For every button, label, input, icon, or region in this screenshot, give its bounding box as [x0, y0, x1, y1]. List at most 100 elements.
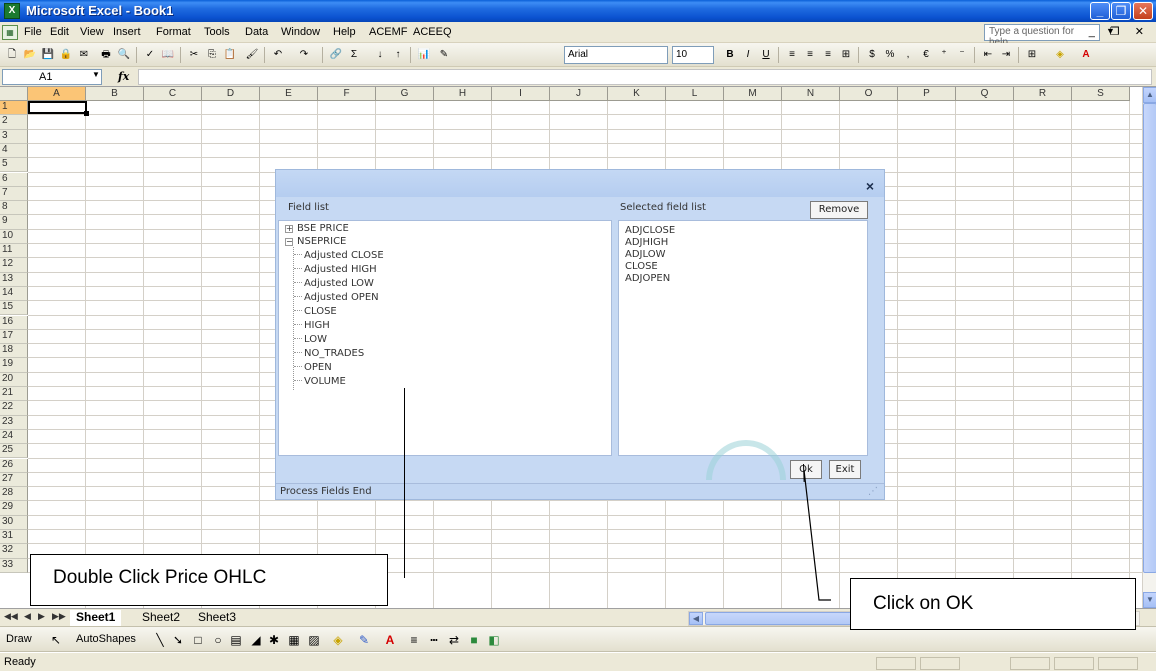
align-center-icon[interactable]: ≡ — [802, 47, 818, 63]
column-header[interactable]: K — [608, 87, 666, 101]
column-header[interactable]: M — [724, 87, 782, 101]
select-all-corner[interactable] — [0, 87, 28, 101]
column-header[interactable]: L — [666, 87, 724, 101]
row-header[interactable]: 21 — [0, 387, 28, 402]
email-icon[interactable]: ✉ — [76, 47, 92, 63]
column-header[interactable]: F — [318, 87, 376, 101]
column-header[interactable]: G — [376, 87, 434, 101]
open-icon[interactable]: 📂 — [22, 47, 38, 63]
row-header[interactable]: 31 — [0, 530, 28, 545]
selected-field[interactable]: ADJCLOSE — [625, 225, 675, 236]
column-header[interactable]: O — [840, 87, 898, 101]
row-header[interactable]: 17 — [0, 329, 28, 345]
align-right-icon[interactable]: ≡ — [820, 47, 836, 63]
expand-icon[interactable]: + — [285, 225, 293, 233]
row-header[interactable]: 22 — [0, 401, 28, 416]
vertical-scroll-thumb[interactable] — [1143, 103, 1156, 573]
row-header[interactable]: 9 — [0, 215, 28, 230]
align-left-icon[interactable]: ≡ — [784, 47, 800, 63]
row-header[interactable]: 4 — [0, 143, 28, 159]
menu-acemf[interactable]: ACEMF — [369, 26, 408, 38]
dialog-close-icon[interactable]: × — [862, 179, 878, 195]
italic-icon[interactable]: I — [740, 47, 756, 63]
row-header[interactable]: 27 — [0, 472, 28, 488]
rectangle-icon[interactable]: □ — [190, 632, 206, 648]
insert-function-icon[interactable]: fx — [118, 70, 129, 83]
arrow-style-icon[interactable]: ⇄ — [446, 632, 462, 648]
save-icon[interactable]: 💾 — [40, 47, 56, 63]
hyperlink-icon[interactable]: 🔗 — [328, 47, 344, 63]
autoshapes-menu-button[interactable]: AutoShapes — [76, 633, 136, 645]
column-header[interactable]: J — [550, 87, 608, 101]
excel-icon[interactable]: X — [4, 3, 20, 19]
column-header[interactable]: S — [1072, 87, 1130, 101]
row-header[interactable]: 23 — [0, 415, 28, 430]
name-box-dropdown-icon[interactable]: ▼ — [92, 70, 100, 79]
row-header[interactable]: 7 — [0, 186, 28, 202]
row-header[interactable]: 1 — [0, 101, 28, 116]
autosum-icon[interactable]: Σ — [346, 47, 362, 63]
draw-font-color-icon[interactable]: A — [382, 632, 398, 648]
3d-style-icon[interactable]: ◧ — [486, 632, 502, 648]
column-header[interactable]: I — [492, 87, 550, 101]
tree-leaf[interactable]: HIGH — [294, 320, 330, 331]
menu-window[interactable]: Window — [281, 26, 320, 38]
menu-edit[interactable]: Edit — [50, 26, 69, 38]
menu-aceeq[interactable]: ACEEQ — [413, 26, 452, 38]
row-header[interactable]: 29 — [0, 501, 28, 516]
underline-icon[interactable]: U — [758, 47, 774, 63]
text-box-icon[interactable]: ▤ — [228, 632, 244, 648]
fill-color-icon[interactable]: ◈ — [1052, 47, 1068, 63]
tree-leaf[interactable]: LOW — [294, 334, 327, 345]
column-header[interactable]: N — [782, 87, 840, 101]
borders-icon[interactable]: ⊞ — [1024, 47, 1040, 63]
row-header[interactable]: 28 — [0, 487, 28, 502]
draw-fill-color-icon[interactable]: ◈ — [330, 632, 346, 648]
line-style-icon[interactable]: ≡ — [406, 632, 422, 648]
spelling-icon[interactable]: ✓ — [142, 47, 158, 63]
tree-leaf[interactable]: Adjusted HIGH — [294, 264, 377, 275]
new-icon[interactable]: 🗋 — [4, 47, 20, 63]
font-select[interactable]: Arial — [564, 46, 668, 64]
row-header[interactable]: 24 — [0, 429, 28, 445]
wordart-icon[interactable]: ◢ — [248, 632, 264, 648]
collapse-icon[interactable]: − — [285, 238, 293, 246]
oval-icon[interactable]: ○ — [210, 632, 226, 648]
print-icon[interactable]: 🖶 — [98, 47, 114, 63]
workbook-icon[interactable]: ▦ — [2, 25, 18, 40]
drawing-icon[interactable]: ✎ — [436, 47, 452, 63]
tree-leaf[interactable]: OPEN — [294, 362, 332, 373]
tree-node-nseprice[interactable]: − NSEPRICE — [285, 236, 346, 247]
row-header[interactable]: 5 — [0, 158, 28, 173]
research-icon[interactable]: 📖 — [160, 47, 176, 63]
selected-field[interactable]: ADJHIGH — [625, 237, 668, 248]
menu-help[interactable]: Help — [333, 26, 356, 38]
vertical-scrollbar[interactable]: ▲ ▼ — [1142, 87, 1156, 608]
column-header[interactable]: R — [1014, 87, 1072, 101]
tab-sheet2[interactable]: Sheet2 — [136, 610, 186, 626]
permission-icon[interactable]: 🔒 — [58, 47, 74, 63]
resize-grip-icon[interactable]: ⋰ — [868, 486, 878, 497]
font-color-icon[interactable]: A — [1078, 47, 1094, 63]
tab-sheet1[interactable]: Sheet1 — [70, 610, 122, 626]
column-header[interactable]: Q — [956, 87, 1014, 101]
row-header[interactable]: 3 — [0, 129, 28, 144]
euro-icon[interactable]: € — [918, 47, 934, 63]
row-header[interactable]: 26 — [0, 458, 28, 473]
column-header[interactable]: E — [260, 87, 318, 101]
sort-descending-icon[interactable]: ↑ — [390, 47, 406, 63]
row-header[interactable]: 2 — [0, 115, 28, 130]
decrease-decimal-icon[interactable]: ⁻ — [954, 47, 970, 63]
column-header[interactable]: A — [28, 87, 86, 101]
remove-button[interactable]: Remove — [810, 201, 868, 219]
row-header[interactable]: 13 — [0, 272, 28, 287]
field-list-panel[interactable]: + BSE PRICE − NSEPRICE Adjusted CLOSE Adju… — [278, 220, 612, 456]
scroll-up-icon[interactable]: ▲ — [1143, 87, 1156, 103]
paste-icon[interactable]: 📋 — [222, 47, 238, 63]
tree-leaf[interactable]: VOLUME — [294, 376, 346, 387]
diagram-icon[interactable]: ✱ — [266, 632, 282, 648]
tree-leaf[interactable]: Adjusted LOW — [294, 278, 374, 289]
horizontal-scroll-thumb[interactable] — [705, 612, 865, 625]
minimize-button[interactable]: _ — [1090, 2, 1110, 20]
close-button[interactable]: ✕ — [1133, 2, 1153, 20]
